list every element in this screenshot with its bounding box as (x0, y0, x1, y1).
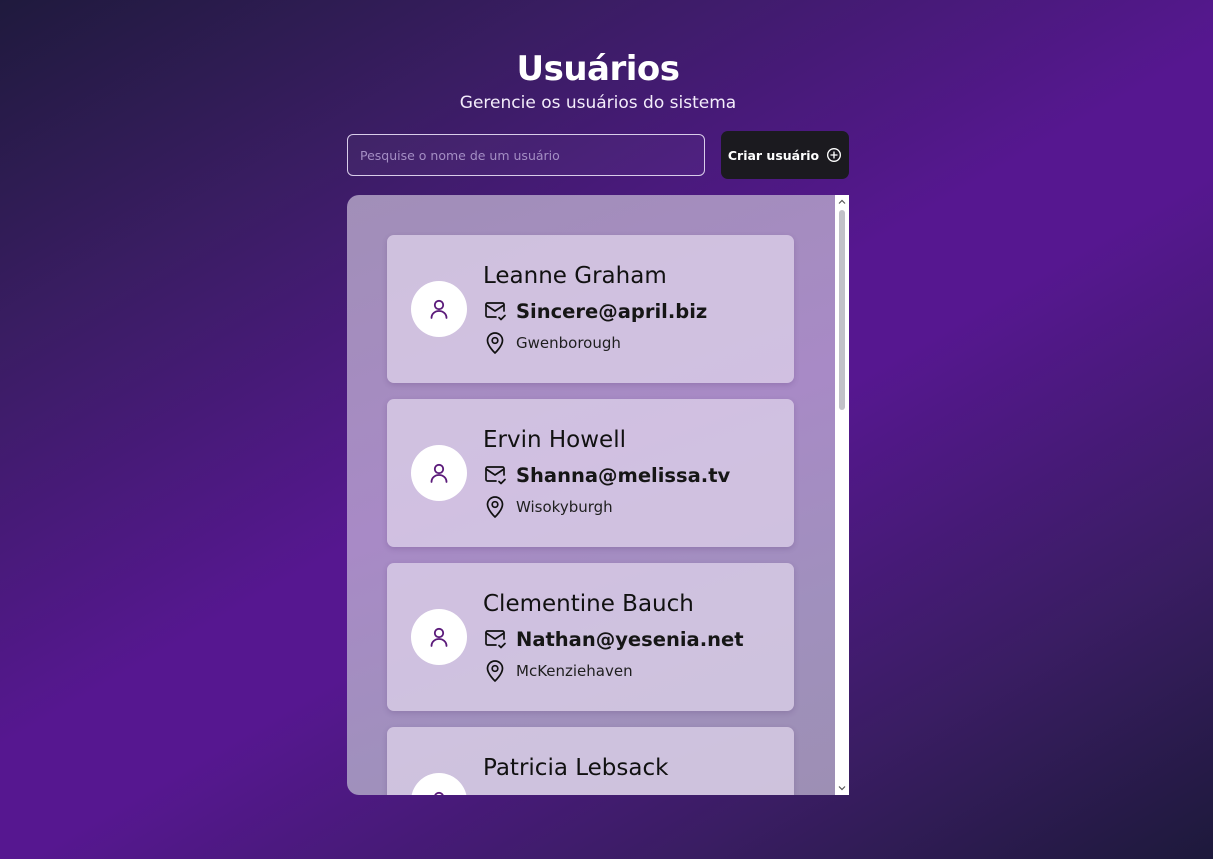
user-email-row: Nathan@yesenia.net (483, 624, 783, 654)
create-user-button[interactable]: Criar usuário (721, 131, 849, 179)
user-city: McKenziehaven (516, 662, 633, 680)
mail-check-icon (483, 300, 507, 322)
map-pin-icon (483, 659, 507, 683)
user-icon (430, 463, 448, 483)
user-card[interactable]: Leanne Graham Sincere@april.biz Gwenboro… (387, 235, 794, 383)
user-card[interactable]: Patricia Lebsack (387, 727, 794, 795)
user-email: Nathan@yesenia.net (516, 627, 744, 651)
create-user-button-label: Criar usuário (727, 147, 820, 163)
user-icon (430, 627, 448, 647)
mail-check-icon (483, 464, 507, 486)
avatar (411, 609, 467, 665)
user-info: Ervin Howell Shanna@melissa.tv Wisokybur… (483, 423, 783, 521)
user-list[interactable]: Leanne Graham Sincere@april.biz Gwenboro… (347, 195, 835, 795)
map-pin-icon (483, 495, 507, 519)
plus-circle-icon (827, 148, 842, 162)
user-name: Clementine Bauch (483, 591, 694, 617)
user-info: Clementine Bauch Nathan@yesenia.net McKe… (483, 587, 783, 685)
user-name: Patricia Lebsack (483, 755, 669, 781)
avatar (411, 773, 467, 795)
scrollbar[interactable] (835, 195, 849, 795)
page-header: Usuários Gerencie os usuários do sistema (0, 46, 1196, 114)
map-pin-icon (483, 331, 507, 355)
scroll-thumb[interactable] (839, 210, 845, 410)
page-subtitle: Gerencie os usuários do sistema (459, 93, 737, 113)
user-info: Leanne Graham Sincere@april.biz Gwenboro… (483, 259, 783, 357)
user-icon (430, 299, 448, 319)
user-name: Ervin Howell (483, 427, 626, 453)
user-card[interactable]: Clementine Bauch Nathan@yesenia.net McKe… (387, 563, 794, 711)
user-city: Gwenborough (516, 334, 621, 352)
avatar (411, 445, 467, 501)
user-email-row: Sincere@april.biz (483, 296, 783, 326)
user-city: Wisokyburgh (516, 498, 613, 516)
user-email-row: Shanna@melissa.tv (483, 460, 783, 490)
user-city-row: McKenziehaven (483, 657, 783, 685)
user-name: Leanne Graham (483, 263, 667, 289)
user-city-row: Wisokyburgh (483, 493, 783, 521)
user-icon (434, 791, 444, 795)
user-card[interactable]: Ervin Howell Shanna@melissa.tv Wisokybur… (387, 399, 794, 547)
avatar (411, 281, 467, 337)
user-list-inner: Leanne Graham Sincere@april.biz Gwenboro… (387, 235, 794, 795)
user-email: Shanna@melissa.tv (516, 463, 731, 487)
user-info: Patricia Lebsack (483, 751, 783, 785)
scroll-down-arrow-icon[interactable] (837, 783, 847, 793)
page-title: Usuários (516, 49, 680, 89)
user-email: Sincere@april.biz (516, 299, 708, 323)
user-city-row: Gwenborough (483, 329, 783, 357)
search-input[interactable] (347, 134, 705, 176)
scroll-up-arrow-icon[interactable] (837, 197, 847, 207)
mail-check-icon (483, 628, 507, 650)
